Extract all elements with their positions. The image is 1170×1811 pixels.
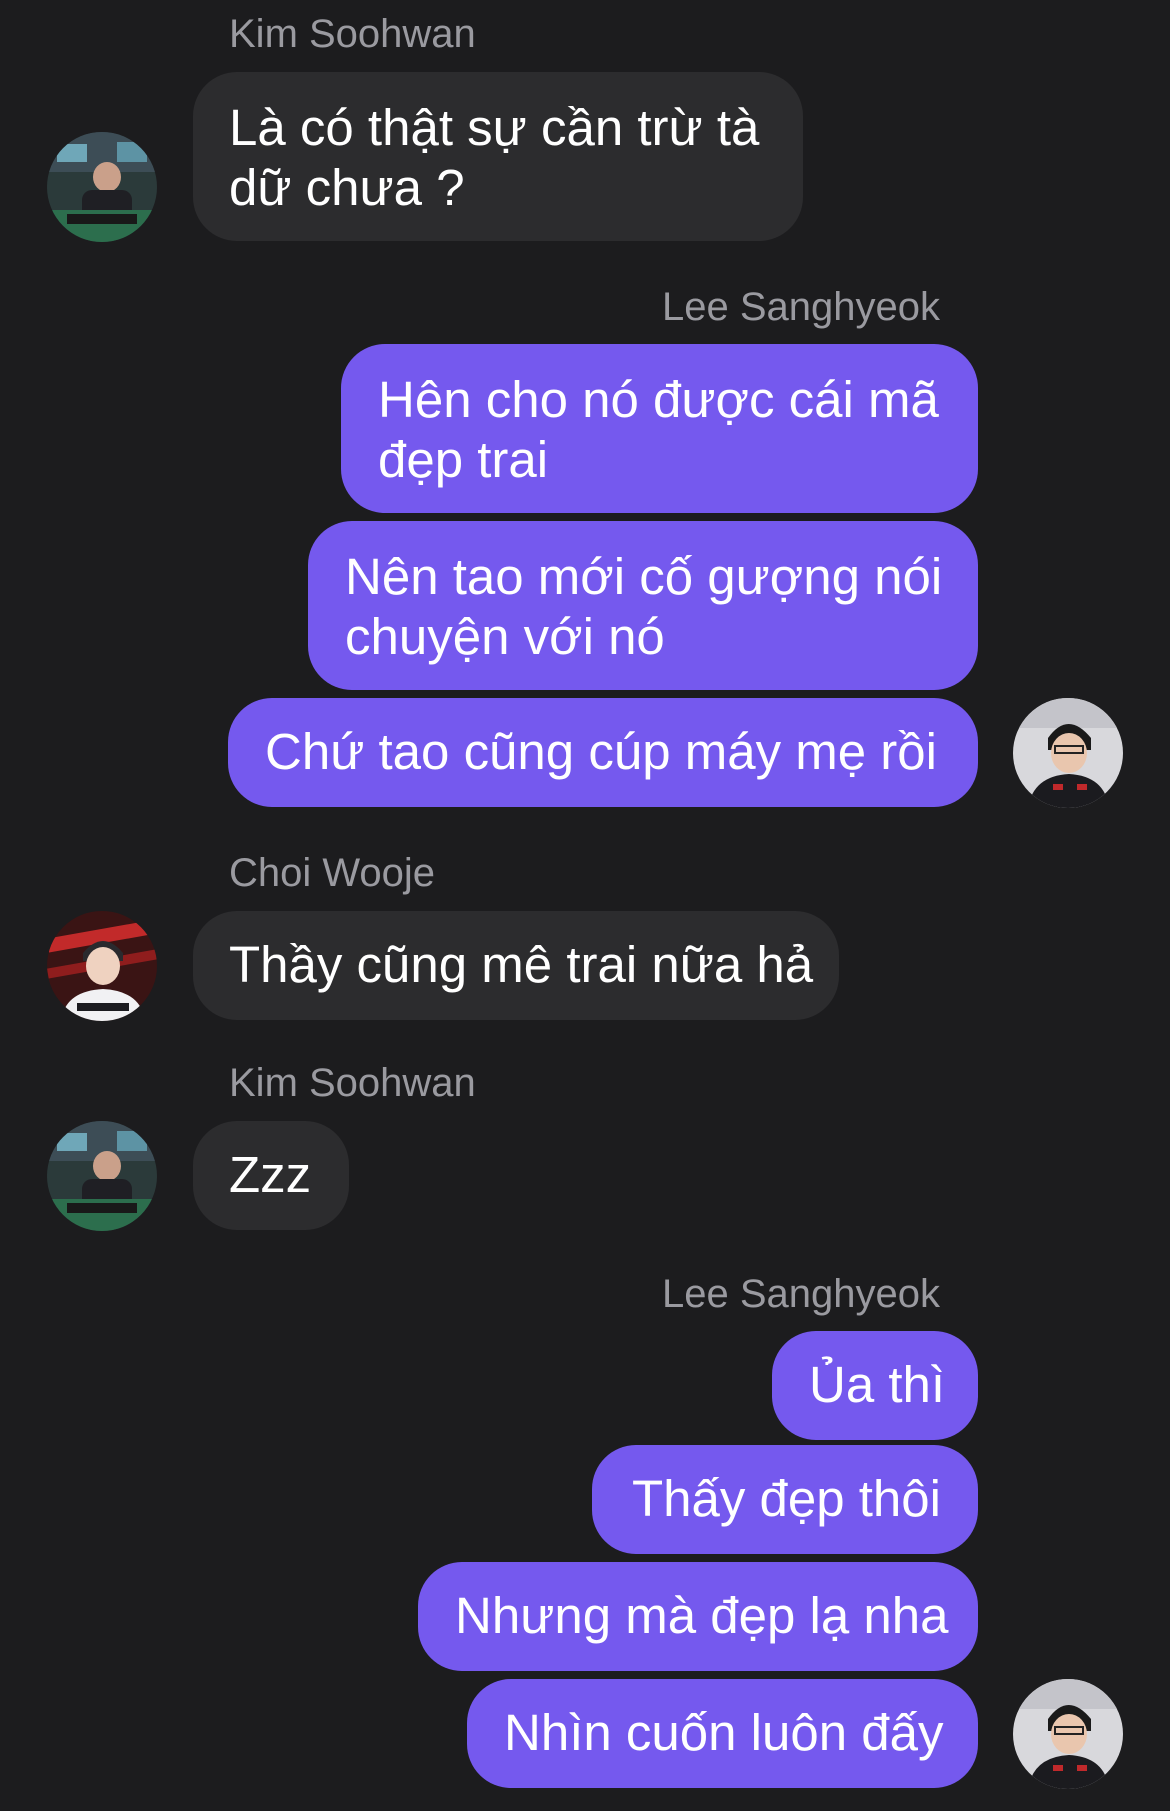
message-line: Thấy đẹp thôi <box>631 1470 941 1527</box>
avatar-kim-soohwan[interactable] <box>47 1121 157 1231</box>
sender-name: Lee Sanghyeok <box>661 285 940 329</box>
message-line: Nhìn cuốn luôn đấy <box>504 1704 944 1761</box>
message-line: Hên cho nó được cái mã <box>378 371 939 428</box>
avatar-lee-sanghyeok[interactable] <box>1013 1679 1123 1789</box>
message-line: Là có thật sự cần trừ tà <box>229 99 760 156</box>
sender-name: Choi Wooje <box>229 851 436 895</box>
message-bubble-outgoing[interactable]: Chứ tao cũng cúp máy mẹ rồi <box>228 698 978 807</box>
message-bubble-incoming[interactable]: Là có thật sự cần trừ tà dữ chưa ? <box>193 72 803 241</box>
message-bubble-outgoing[interactable]: Nhìn cuốn luôn đấy <box>467 1679 978 1788</box>
message-bubble-outgoing[interactable]: Hên cho nó được cái mã đẹp trai <box>341 344 978 513</box>
sender-name: Kim Soohwan <box>229 1061 476 1105</box>
message-line: Ủa thì <box>809 1356 946 1413</box>
message-bubble-outgoing[interactable]: Ủa thì <box>772 1331 978 1440</box>
message-line: Nên tao mới cố gượng nói <box>345 548 943 605</box>
message-line: Thầy cũng mê trai nữa hả <box>229 936 814 993</box>
avatar-lee-sanghyeok[interactable] <box>1013 698 1123 808</box>
message-line: Nhưng mà đẹp lạ nha <box>455 1587 949 1644</box>
sender-name: Kim Soohwan <box>229 12 476 56</box>
message-line: chuyện với nó <box>345 608 665 665</box>
message-line: đẹp trai <box>378 431 549 488</box>
message-bubble-incoming[interactable]: Zzz <box>193 1121 349 1230</box>
message-bubble-outgoing[interactable]: Thấy đẹp thôi <box>592 1445 978 1554</box>
message-bubble-outgoing[interactable]: Nhưng mà đẹp lạ nha <box>418 1562 978 1671</box>
avatar-kim-soohwan[interactable] <box>47 132 157 242</box>
message-line: Chứ tao cũng cúp máy mẹ rồi <box>265 723 937 780</box>
sender-name: Lee Sanghyeok <box>661 1272 940 1316</box>
avatar-choi-wooje[interactable] <box>47 911 157 1021</box>
message-bubble-outgoing[interactable]: Nên tao mới cố gượng nói chuyện với nó <box>308 521 978 690</box>
message-line: Zzz <box>229 1146 312 1203</box>
message-line: dữ chưa ? <box>229 159 465 216</box>
message-bubble-incoming[interactable]: Thầy cũng mê trai nữa hả <box>193 911 839 1020</box>
